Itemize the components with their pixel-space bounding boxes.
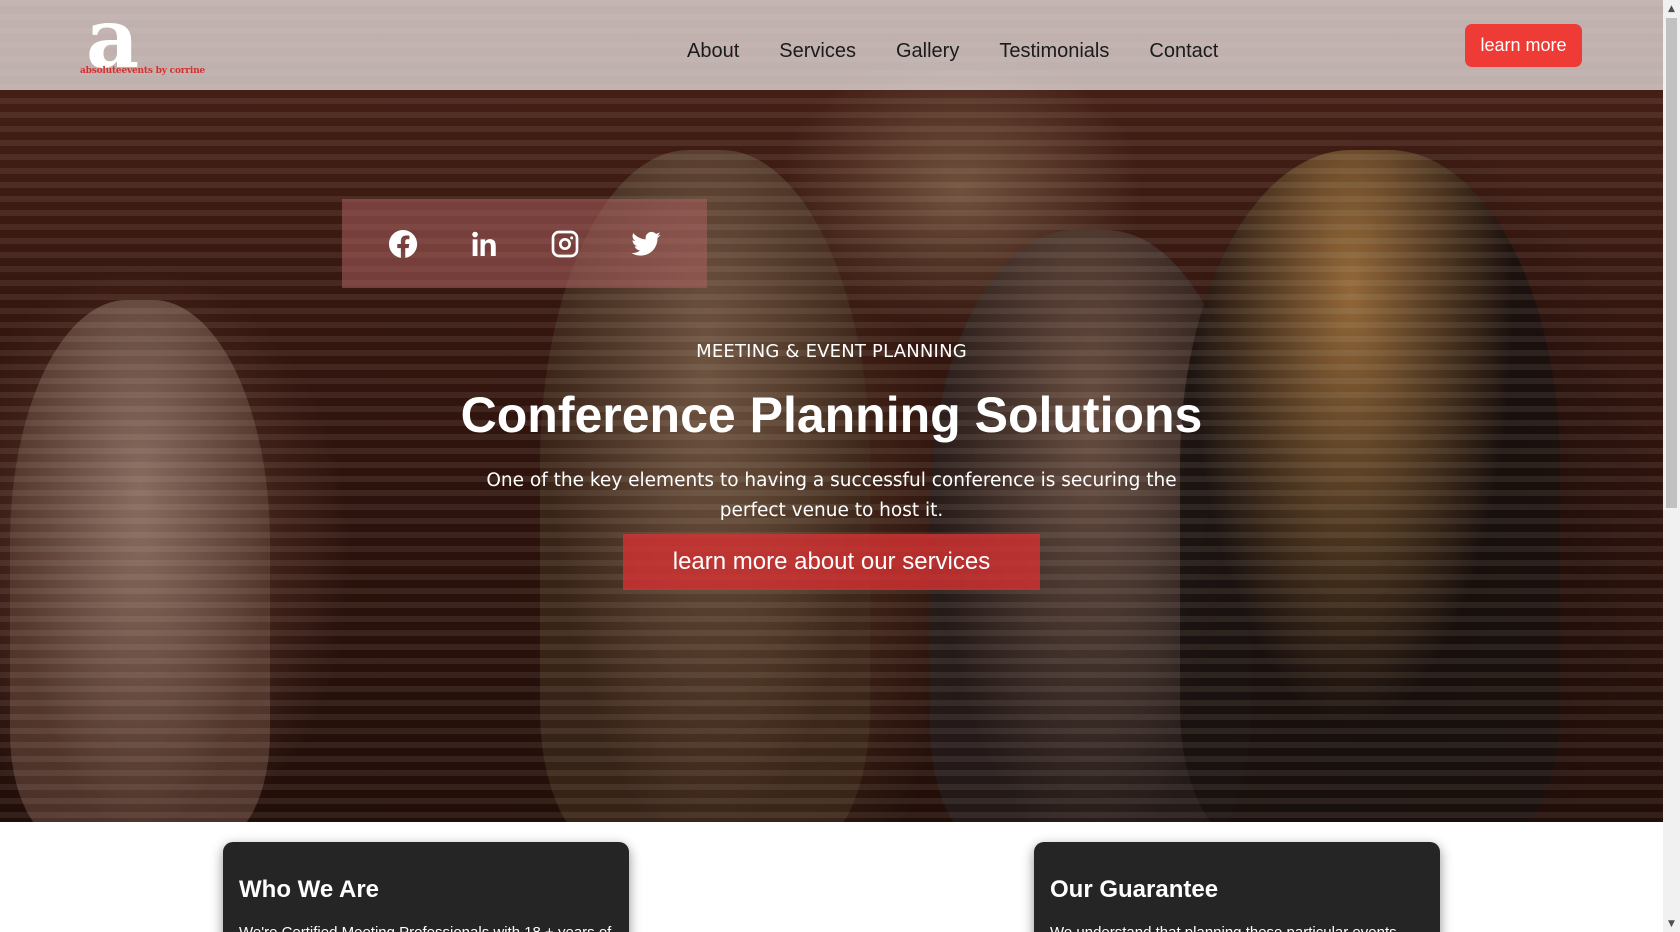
logo-tagline: absoluteevents by corrine — [80, 66, 205, 76]
hero-headline: Conference Planning Solutions — [460, 387, 1203, 443]
learn-more-services-button[interactable]: learn more about our services — [623, 534, 1040, 590]
nav-gallery[interactable]: Gallery — [896, 40, 959, 63]
scrollbar-thumb[interactable] — [1666, 18, 1677, 508]
nav-contact[interactable]: Contact — [1149, 40, 1218, 63]
linkedin-icon[interactable] — [467, 227, 501, 261]
our-guarantee-card: Our Guarantee We understand that plannin… — [1034, 842, 1440, 932]
site-header: a absoluteevents by corrine About Servic… — [0, 0, 1663, 90]
nav-about[interactable]: About — [687, 40, 739, 63]
scroll-up-arrow-icon[interactable]: ▲ — [1663, 0, 1680, 17]
social-links — [342, 199, 707, 288]
card-title: Our Guarantee — [1050, 876, 1219, 903]
who-we-are-card: Who We Are We're Certified Meeting Profe… — [223, 842, 629, 932]
nav-testimonials[interactable]: Testimonials — [999, 40, 1109, 63]
card-text: We're Certified Meeting Professionals wi… — [239, 924, 613, 932]
card-text: We understand that planning these partic… — [1050, 924, 1424, 932]
card-title: Who We Are — [239, 876, 380, 903]
page: a absoluteevents by corrine About Servic… — [0, 0, 1663, 932]
main-nav: About Services Gallery Testimonials Cont… — [687, 40, 1258, 63]
hero-eyebrow: MEETING & EVENT PLANNING — [696, 341, 967, 362]
learn-more-button[interactable]: learn more — [1465, 24, 1582, 67]
facebook-icon[interactable] — [386, 227, 420, 261]
twitter-icon[interactable] — [629, 227, 663, 261]
nav-services[interactable]: Services — [779, 40, 856, 63]
instagram-icon[interactable] — [548, 227, 582, 261]
scroll-down-arrow-icon[interactable]: ▼ — [1663, 915, 1680, 932]
site-logo[interactable]: a absoluteevents by corrine — [80, 0, 205, 84]
page-scrollbar[interactable]: ▲ ▼ — [1663, 0, 1680, 932]
hero-subtext: One of the key elements to having a succ… — [486, 470, 1177, 521]
